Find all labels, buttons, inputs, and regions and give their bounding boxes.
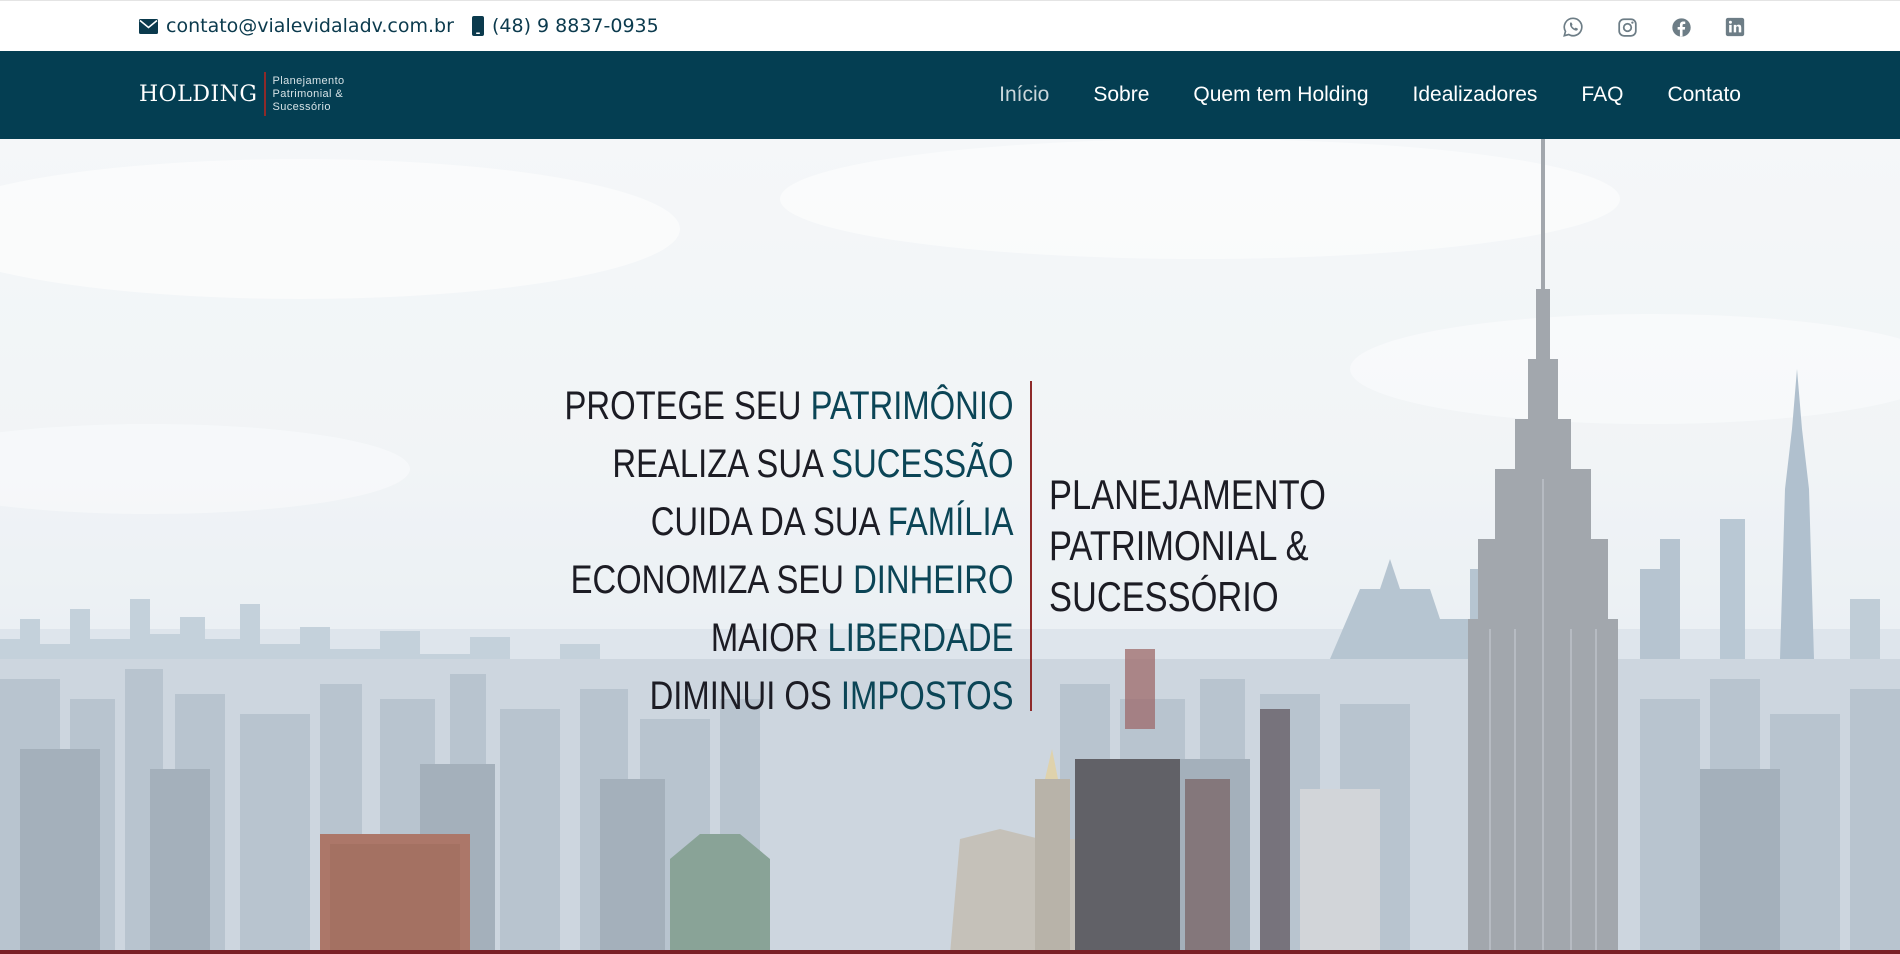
- hero-side-title: PLANEJAMENTO PATRIMONIAL & SUCESSÓRIO: [1049, 469, 1326, 622]
- logo-divider: [264, 72, 267, 116]
- tagline-prefix: REALIZA SUA: [611, 442, 831, 486]
- mobile-phone-icon: [472, 16, 484, 36]
- side-title-line: PATRIMONIAL &: [1049, 522, 1309, 569]
- logo-wordmark: HOLDING: [139, 81, 258, 107]
- tagline-highlight: SUCESSÃO: [830, 442, 1013, 486]
- tagline-line: REALIZA SUA SUCESSÃO: [564, 435, 1013, 493]
- tagline-line: MAIOR LIBERDADE: [564, 609, 1013, 667]
- tagline-highlight: FAMÍLIA: [887, 500, 1013, 544]
- nav-item-quem-tem-holding[interactable]: Quem tem Holding: [1193, 83, 1368, 107]
- tagline-highlight: PATRIMÔNIO: [810, 384, 1013, 428]
- logo-subtitle: Planejamento Patrimonial & Sucessório: [272, 75, 344, 114]
- social-links: [1532, 14, 1748, 40]
- nav-item-faq[interactable]: FAQ: [1581, 83, 1623, 107]
- tagline-line: CUIDA DA SUA FAMÍLIA: [564, 493, 1013, 551]
- bottom-accent-line: [0, 950, 1900, 954]
- tagline-prefix: ECONOMIZA SEU: [570, 558, 853, 602]
- nav-item-inicio[interactable]: Início: [999, 83, 1049, 107]
- hero-divider: [1030, 381, 1032, 711]
- tagline-highlight: LIBERDADE: [827, 616, 1013, 660]
- nav-item-idealizadores[interactable]: Idealizadores: [1413, 83, 1538, 107]
- main-navbar: HOLDING Planejamento Patrimonial & Suces…: [0, 51, 1900, 139]
- envelope-icon: [139, 18, 158, 34]
- phone-text: (48) 9 8837-0935: [492, 15, 659, 37]
- email-contact[interactable]: contato@vialevidaladv.com.br: [139, 15, 454, 37]
- logo-subtitle-line: Patrimonial &: [272, 87, 344, 100]
- tagline-highlight: DINHEIRO: [852, 558, 1013, 602]
- tagline-line: DIMINUI OS IMPOSTOS: [564, 667, 1013, 725]
- tagline-prefix: MAIOR: [710, 616, 828, 660]
- tagline-prefix: CUIDA DA SUA: [650, 500, 888, 544]
- hero-taglines: PROTEGE SEU PATRIMÔNIO REALIZA SUA SUCES…: [564, 377, 1013, 725]
- tagline-line: PROTEGE SEU PATRIMÔNIO: [564, 377, 1013, 435]
- phone-contact[interactable]: (48) 9 8837-0935: [472, 15, 659, 37]
- side-title-line: PLANEJAMENTO: [1049, 471, 1326, 518]
- whatsapp-icon[interactable]: [1560, 14, 1586, 40]
- holding-logo[interactable]: HOLDING Planejamento Patrimonial & Suces…: [139, 72, 345, 116]
- logo-subtitle-line: Sucessório: [272, 100, 331, 113]
- tagline-highlight: IMPOSTOS: [840, 674, 1013, 718]
- primary-nav: Início Sobre Quem tem Holding Idealizado…: [955, 83, 1741, 107]
- tagline-prefix: DIMINUI OS: [649, 674, 841, 718]
- email-text: contato@vialevidaladv.com.br: [166, 15, 454, 37]
- facebook-icon[interactable]: [1668, 14, 1694, 40]
- instagram-icon[interactable]: [1614, 14, 1640, 40]
- linkedin-icon[interactable]: [1722, 14, 1748, 40]
- logo-subtitle-line: Planejamento: [272, 74, 345, 87]
- tagline-prefix: PROTEGE SEU: [564, 384, 811, 428]
- nav-item-contato[interactable]: Contato: [1667, 83, 1741, 107]
- hero-section: PROTEGE SEU PATRIMÔNIO REALIZA SUA SUCES…: [0, 139, 1900, 954]
- nav-item-sobre[interactable]: Sobre: [1093, 83, 1149, 107]
- side-title-line: SUCESSÓRIO: [1049, 573, 1279, 620]
- top-contact-bar: contato@vialevidaladv.com.br (48) 9 8837…: [0, 0, 1900, 51]
- tagline-line: ECONOMIZA SEU DINHEIRO: [564, 551, 1013, 609]
